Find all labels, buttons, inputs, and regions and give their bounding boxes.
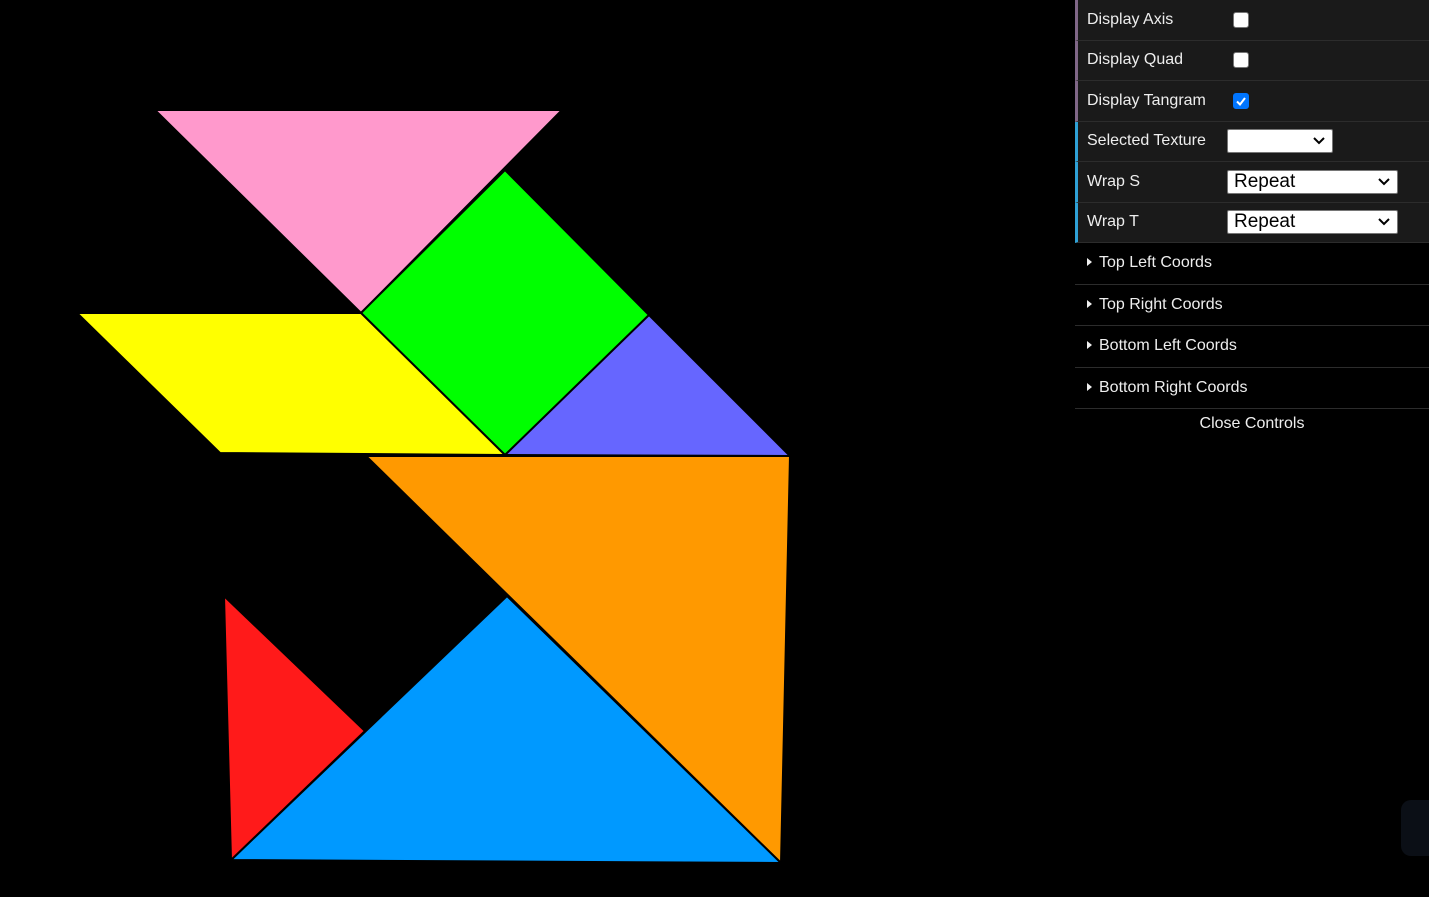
chevron-down-icon	[1378, 218, 1390, 226]
caret-right-icon	[1087, 258, 1092, 267]
caret-right-icon	[1087, 341, 1092, 350]
display-axis-checkbox[interactable]	[1233, 11, 1249, 28]
caret-right-icon	[1087, 382, 1092, 391]
folder-label: Top Right Coords	[1099, 295, 1223, 313]
display-axis-row: Display Axis	[1075, 0, 1429, 41]
wrap-s-row: Wrap S Repeat	[1075, 162, 1429, 203]
display-quad-row: Display Quad	[1075, 40, 1429, 81]
folder-label: Bottom Right Coords	[1099, 378, 1248, 396]
folder-label: Top Left Coords	[1099, 254, 1212, 272]
wrap-t-value: Repeat	[1234, 211, 1296, 233]
display-tangram-label: Display Tangram	[1087, 91, 1206, 109]
selected-texture-label: Selected Texture	[1087, 132, 1206, 150]
chevron-down-icon	[1378, 178, 1390, 186]
display-tangram-checkbox[interactable]	[1233, 92, 1249, 109]
wrap-s-label: Wrap S	[1087, 172, 1141, 190]
wrap-t-label: Wrap T	[1087, 213, 1139, 231]
folder-top-right-coords[interactable]: Top Right Coords	[1075, 284, 1429, 326]
controls-panel: Display Axis Display Quad Display Tangra…	[1075, 0, 1429, 439]
floating-widget[interactable]	[1401, 800, 1429, 856]
display-quad-label: Display Quad	[1087, 51, 1184, 69]
wrap-s-value: Repeat	[1234, 170, 1296, 192]
folder-bottom-left-coords[interactable]: Bottom Left Coords	[1075, 326, 1429, 368]
selected-texture-select[interactable]	[1227, 129, 1333, 154]
wrap-t-row: Wrap T Repeat	[1075, 202, 1429, 243]
display-quad-checkbox[interactable]	[1233, 52, 1249, 69]
selected-texture-row: Selected Texture	[1075, 121, 1429, 162]
display-axis-label: Display Axis	[1087, 10, 1174, 28]
folder-bottom-right-coords[interactable]: Bottom Right Coords	[1075, 367, 1429, 409]
chevron-down-icon	[1313, 137, 1325, 145]
folder-label: Bottom Left Coords	[1099, 337, 1237, 355]
wrap-t-select[interactable]: Repeat	[1227, 210, 1398, 235]
display-tangram-row: Display Tangram	[1075, 81, 1429, 122]
folder-top-left-coords[interactable]: Top Left Coords	[1075, 243, 1429, 285]
caret-right-icon	[1087, 299, 1092, 308]
checkmark-icon	[1236, 97, 1246, 106]
wrap-s-select[interactable]: Repeat	[1227, 169, 1398, 194]
close-controls-button[interactable]: Close Controls	[1075, 409, 1429, 439]
